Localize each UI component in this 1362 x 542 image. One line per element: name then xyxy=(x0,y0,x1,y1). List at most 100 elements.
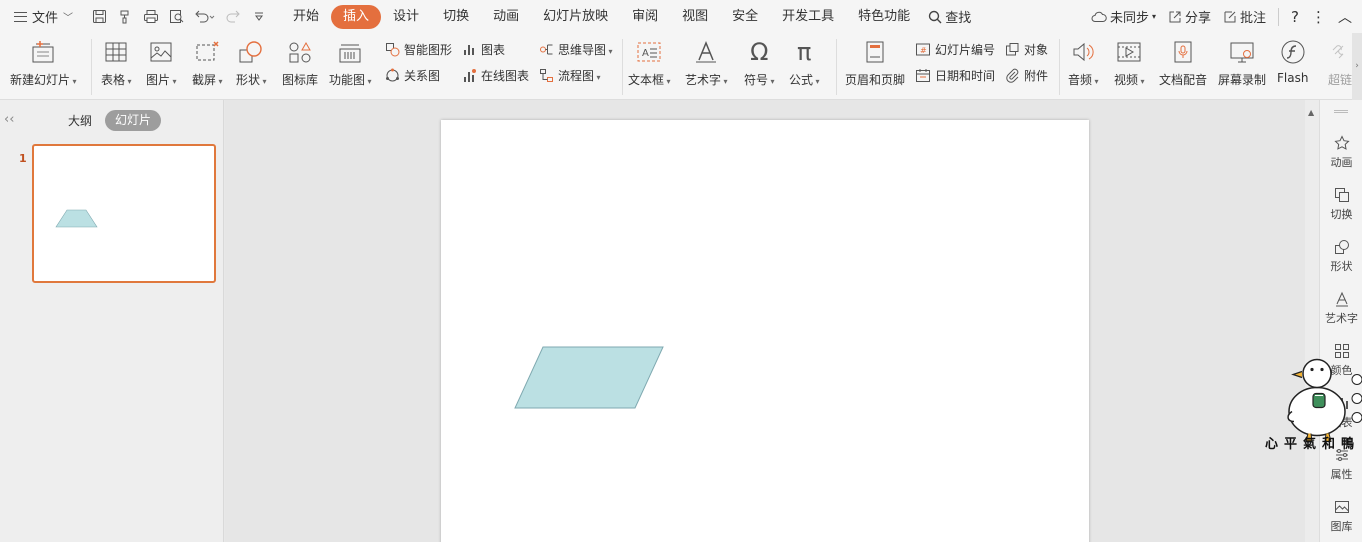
icon-library-button[interactable]: 图标库 xyxy=(282,33,318,88)
thumbnail-preview xyxy=(55,209,98,228)
task-wordart[interactable]: 艺术字 xyxy=(1320,290,1362,326)
wordart-icon xyxy=(1333,290,1351,308)
print-preview-icon[interactable] xyxy=(167,7,187,27)
star-icon xyxy=(1333,134,1351,152)
online-chart-button[interactable]: 在线图表 xyxy=(462,67,529,84)
sync-label: 未同步 xyxy=(1109,11,1149,26)
parallelogram-thumb xyxy=(55,209,98,228)
search-button[interactable]: 查找 xyxy=(928,7,971,26)
picture-button[interactable]: 图片 xyxy=(146,33,177,88)
flowchart-button[interactable]: 流程图 xyxy=(539,67,601,84)
flowchart-label: 流程图 xyxy=(558,67,601,84)
task-shape[interactable]: 形状 xyxy=(1320,238,1362,274)
smart-shape-button[interactable]: 智能图形 xyxy=(385,41,452,58)
slide-content xyxy=(514,346,664,409)
svg-text:A: A xyxy=(642,48,649,59)
paperclip-icon xyxy=(1006,68,1019,83)
mindmap-button[interactable]: 思维导图 xyxy=(539,41,613,58)
tab-home[interactable]: 开始 xyxy=(281,5,331,29)
slide-number-button[interactable]: # 幻灯片编号 xyxy=(915,41,995,58)
screenshot-icon xyxy=(193,38,221,66)
screenshot-label: 截屏 xyxy=(192,71,223,88)
menu-bar: 文件 ﹀ 开始 插入 设计 切换 动画 幻灯片放映 审阅 视图 安全 开发工具 … xyxy=(0,0,1362,33)
tab-design[interactable]: 设计 xyxy=(381,5,431,29)
comment-button[interactable]: 批注 xyxy=(1223,7,1266,26)
save-icon[interactable] xyxy=(89,7,109,27)
chart-icon xyxy=(464,45,474,55)
textbox-button[interactable]: A 文本框 xyxy=(628,33,671,88)
format-painter-icon[interactable] xyxy=(115,7,135,27)
object-label: 对象 xyxy=(1024,43,1049,57)
flash-button[interactable]: Flash xyxy=(1277,33,1308,85)
slide-panel: ‹‹ 大纲 幻灯片 1 xyxy=(0,100,224,542)
table-button[interactable]: 表格 xyxy=(101,33,132,88)
wordart-button[interactable]: 艺术字 xyxy=(685,33,728,88)
new-slide-button[interactable]: 新建幻灯片 xyxy=(10,33,77,88)
shape-icon xyxy=(237,38,265,66)
gallery-icon xyxy=(1333,498,1351,516)
video-button[interactable]: 视频 xyxy=(1114,33,1145,88)
header-footer-label: 页眉和页脚 xyxy=(845,73,906,87)
tab-slides[interactable]: 幻灯片 xyxy=(105,110,161,131)
hyperlink-button[interactable]: 超链 xyxy=(1326,33,1354,88)
relation-chart-button[interactable]: 关系图 xyxy=(385,67,440,84)
shape-button[interactable]: 形状 xyxy=(236,33,267,88)
link-icon xyxy=(1326,38,1354,66)
task-animation[interactable]: 动画 xyxy=(1320,134,1362,170)
tab-insert[interactable]: 插入 xyxy=(331,4,382,29)
tab-outline[interactable]: 大纲 xyxy=(68,112,92,129)
collapse-panel-icon[interactable]: ‹‹ xyxy=(4,112,14,127)
ribbon-scroll-right[interactable]: › xyxy=(1352,33,1362,100)
ribbon: 新建幻灯片 表格 图片 截屏 形状 图标库 功能图 xyxy=(0,33,1362,100)
attachment-button[interactable]: 附件 xyxy=(1005,67,1048,84)
vertical-scrollbar[interactable]: ▲ xyxy=(1305,100,1319,542)
audio-button[interactable]: 音频 xyxy=(1068,33,1099,88)
task-gallery[interactable]: 图库 xyxy=(1320,498,1362,534)
smart-shape-label: 智能图形 xyxy=(404,43,453,57)
screenshot-button[interactable]: 截屏 xyxy=(192,33,223,88)
function-chart-icon xyxy=(336,38,364,66)
tab-special[interactable]: 特色功能 xyxy=(846,5,922,29)
tab-animations[interactable]: 动画 xyxy=(481,5,531,29)
function-chart-button[interactable]: 功能图 xyxy=(329,33,372,88)
tab-slideshow[interactable]: 幻灯片放映 xyxy=(531,5,620,29)
redo-icon[interactable] xyxy=(223,7,243,27)
sync-status[interactable]: 未同步 ▾ xyxy=(1091,7,1156,26)
screen-record-button[interactable]: 屏幕录制 xyxy=(1218,33,1266,88)
voiceover-button[interactable]: 文档配音 xyxy=(1159,33,1207,88)
task-transition[interactable]: 切换 xyxy=(1320,186,1362,222)
slide[interactable] xyxy=(441,120,1089,542)
print-icon[interactable] xyxy=(141,7,161,27)
share-button[interactable]: 分享 xyxy=(1168,7,1211,26)
shape-icon xyxy=(1333,238,1351,256)
customize-toolbar-icon[interactable] xyxy=(249,7,269,27)
datetime-label: 日期和时间 xyxy=(935,69,996,83)
slide-thumbnail[interactable] xyxy=(32,144,216,283)
tab-review[interactable]: 审阅 xyxy=(620,5,670,29)
object-button[interactable]: 对象 xyxy=(1005,41,1048,58)
symbol-button[interactable]: Ω 符号 xyxy=(744,33,775,88)
icon-library-icon xyxy=(286,38,314,66)
formula-button[interactable]: π 公式 xyxy=(789,33,820,88)
undo-icon[interactable] xyxy=(193,7,217,27)
tab-developer[interactable]: 开发工具 xyxy=(770,5,846,29)
tab-security[interactable]: 安全 xyxy=(720,5,770,29)
datetime-button[interactable]: 日期和时间 xyxy=(915,67,995,84)
textbox-label: 文本框 xyxy=(628,71,671,88)
calendar-icon xyxy=(916,69,930,82)
more-icon[interactable]: ⋮ xyxy=(1311,8,1326,26)
drag-handle[interactable] xyxy=(1334,110,1348,113)
tab-view[interactable]: 视图 xyxy=(670,5,720,29)
chart-button[interactable]: 图表 xyxy=(462,41,505,58)
transition-icon xyxy=(1333,186,1351,204)
tab-transitions[interactable]: 切换 xyxy=(431,5,481,29)
header-footer-button[interactable]: 页眉和页脚 xyxy=(845,33,905,88)
new-slide-icon xyxy=(29,38,57,66)
chevron-down-icon: ▾ xyxy=(1151,12,1156,21)
collapse-ribbon-icon[interactable]: ︿ xyxy=(1338,7,1352,27)
chart-label: 图表 xyxy=(481,43,506,57)
parallelogram-shape[interactable] xyxy=(514,346,664,409)
scroll-up-icon[interactable]: ▲ xyxy=(1308,108,1314,117)
file-menu[interactable]: 文件 ﹀ xyxy=(0,0,81,33)
help-icon[interactable]: ? xyxy=(1291,8,1299,26)
